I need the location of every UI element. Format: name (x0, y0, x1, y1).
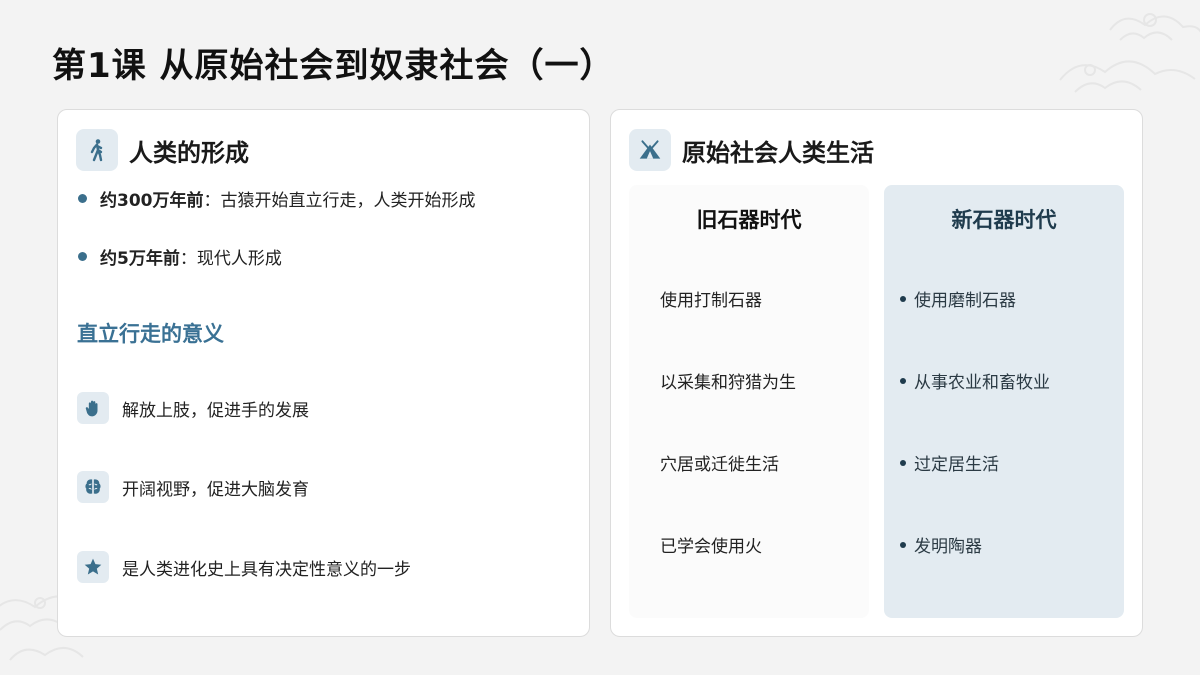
era-item-text: 过定居生活 (914, 455, 999, 475)
era-title: 旧石器时代 (696, 208, 802, 232)
primitive-life-card: 原始社会人类生活 旧石器时代 使用打制石器 以采集和狩猎为生 穴居或迁徙生活 已… (610, 109, 1143, 637)
card-header: 原始社会人类生活 (629, 129, 874, 171)
brain-icon (77, 471, 109, 503)
hand-icon (77, 392, 109, 424)
significance-text: 开阔视野，促进大脑发育 (122, 479, 309, 500)
significance-item: 解放上肢，促进手的发展 (77, 392, 309, 424)
era-item: 从事农业和畜牧业 (900, 368, 1050, 393)
old-stone-age-column: 旧石器时代 使用打制石器 以采集和狩猎为生 穴居或迁徙生活 已学会使用火 (629, 185, 869, 618)
era-item-text: 发明陶器 (914, 537, 982, 557)
significance-text: 是人类进化史上具有决定性意义的一步 (122, 559, 411, 580)
card-title: 原始社会人类生活 (682, 138, 874, 167)
fact-item: 约300万年前 ：古猿开始直立行走，人类开始形成 (78, 186, 476, 211)
significance-title: 直立行走的意义 (77, 322, 224, 346)
era-item-text: 使用磨制石器 (914, 291, 1016, 311)
bullet-dot (900, 459, 906, 466)
star-icon (77, 551, 109, 583)
era-item: 已学会使用火 (660, 537, 762, 557)
fact-text: ：古猿开始直立行走，人类开始形成 (203, 191, 476, 211)
fact-text: ：现代人形成 (179, 249, 282, 269)
tent-icon (629, 129, 671, 171)
era-item: 过定居生活 (900, 450, 999, 475)
bullet-dot (900, 377, 906, 384)
new-stone-age-column: 新石器时代 使用磨制石器 从事农业和畜牧业 过定居生活 发明陶器 (884, 185, 1124, 618)
page-title: 第1课 从原始社会到奴隶社会（一） (52, 46, 615, 86)
era-item: 发明陶器 (900, 532, 982, 557)
bullet-dot (78, 194, 87, 203)
significance-item: 是人类进化史上具有决定性意义的一步 (77, 551, 411, 583)
fact-date: 约5万年前 (100, 249, 180, 269)
card-header: 人类的形成 (76, 129, 249, 171)
human-formation-card: 人类的形成 约300万年前 ：古猿开始直立行走，人类开始形成 约5万年前 ：现代… (57, 109, 590, 637)
fact-date: 约300万年前 (100, 191, 204, 211)
era-item: 以采集和狩猎为生 (660, 373, 796, 393)
card-title: 人类的形成 (129, 138, 249, 167)
era-item: 使用磨制石器 (900, 286, 1016, 311)
bullet-dot (78, 252, 87, 261)
walking-person-icon (76, 129, 118, 171)
significance-item: 开阔视野，促进大脑发育 (77, 471, 309, 503)
bullet-dot (900, 541, 906, 548)
era-item-text: 从事农业和畜牧业 (914, 373, 1050, 393)
era-item: 穴居或迁徙生活 (660, 455, 779, 475)
significance-text: 解放上肢，促进手的发展 (122, 400, 309, 421)
fact-item: 约5万年前 ：现代人形成 (78, 244, 282, 269)
bullet-dot (900, 295, 906, 302)
era-item: 使用打制石器 (660, 291, 762, 311)
era-title: 新石器时代 (951, 208, 1057, 232)
